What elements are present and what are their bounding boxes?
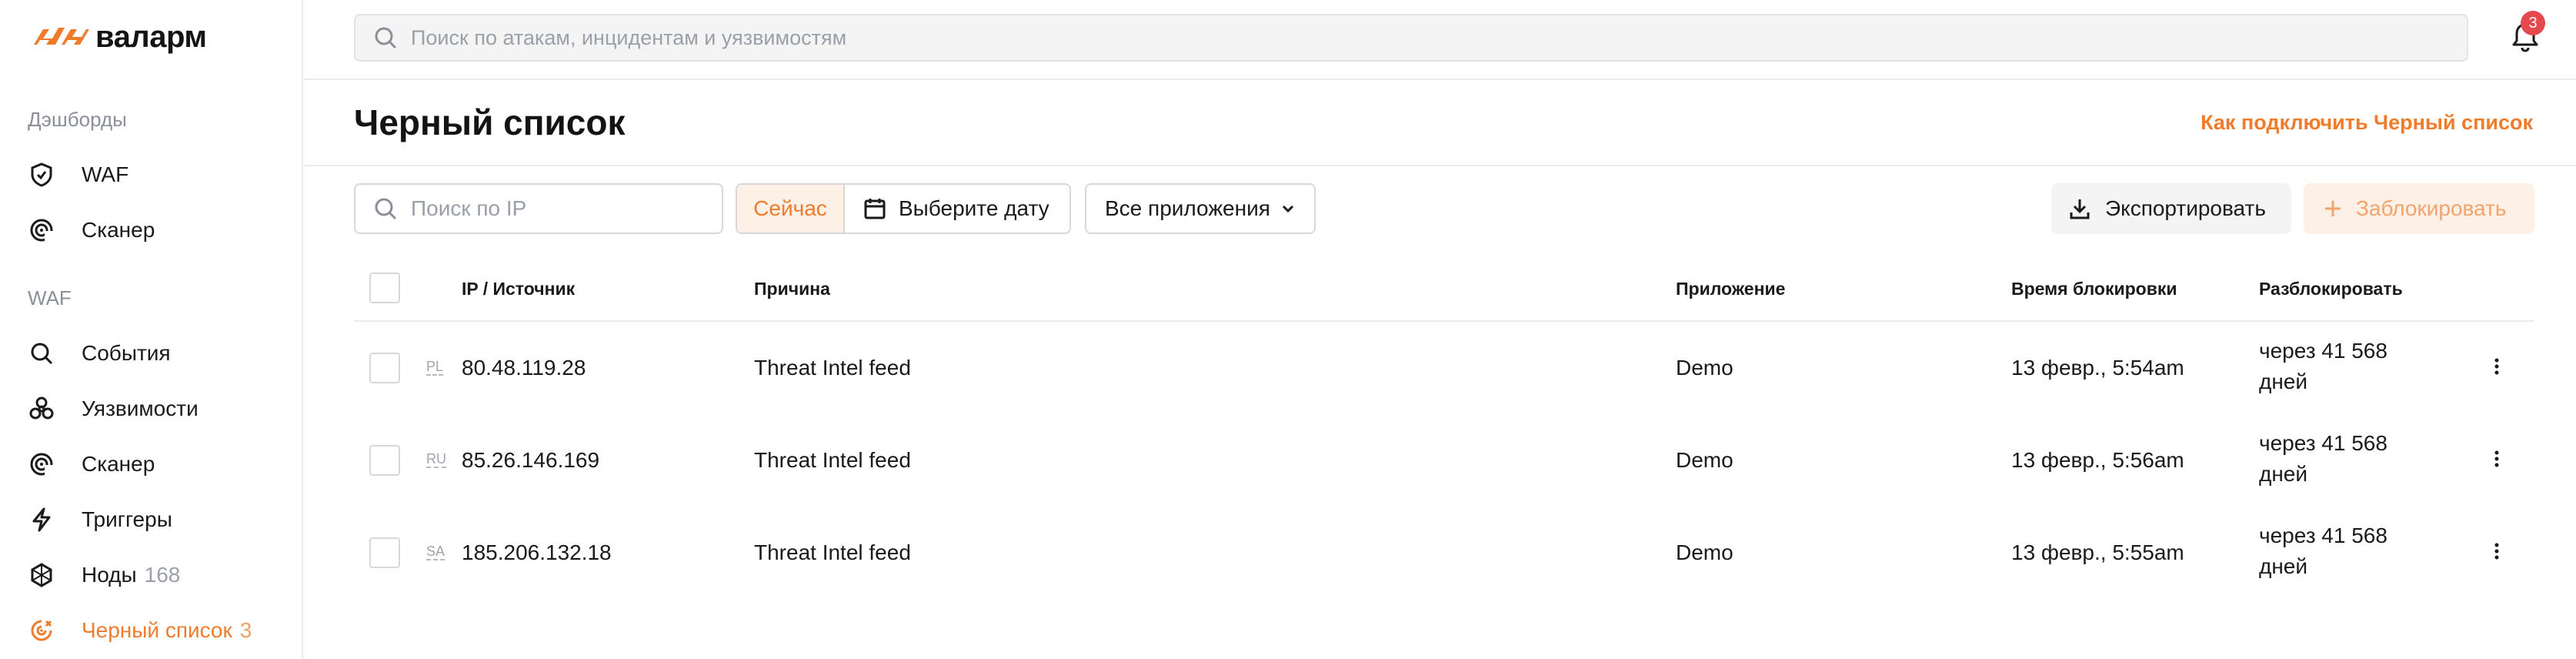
block-button[interactable]: Заблокировать: [2304, 183, 2534, 234]
radar-icon: [28, 450, 55, 478]
ip-search-input[interactable]: [411, 196, 703, 221]
toolbar: Сейчас Выберите дату Все приложения Эксп…: [354, 183, 2534, 234]
search-icon: [375, 198, 397, 220]
page-title: Черный список: [354, 102, 626, 142]
blacklist-count: 3: [239, 618, 252, 642]
calendar-icon: [864, 199, 886, 219]
country-code: SA: [426, 544, 445, 560]
section-title-dashboards: Дэшборды: [28, 108, 127, 131]
logo-text: валарм: [95, 19, 207, 54]
row-checkbox[interactable]: [369, 537, 400, 568]
application: Demo: [1676, 540, 1733, 564]
sidebar-item-label: Триггеры: [82, 507, 172, 531]
block-time: 13 февр., 5:54am: [2011, 356, 2184, 380]
unblock-time: через 41 568 дней: [2259, 339, 2387, 393]
date-picker-button[interactable]: Выберите дату: [845, 185, 1069, 232]
sidebar: валарм Дэшборды WAF Сканер WAF События У…: [0, 0, 303, 659]
date-picker-label: Выберите дату: [899, 196, 1049, 220]
chevron-down-icon: [1282, 205, 1293, 213]
now-button[interactable]: Сейчас: [737, 185, 845, 232]
column-header-ip: IP / Источник: [462, 279, 576, 299]
ip-address: 80.48.119.28: [462, 356, 586, 380]
application: Demo: [1676, 448, 1733, 472]
sidebar-item-label: Черный список: [82, 618, 232, 642]
unblock-time: через 41 568 дней: [2259, 431, 2387, 486]
sidebar-item-label: Уязвимости: [82, 396, 199, 420]
block-time: 13 февр., 5:56am: [2011, 448, 2184, 472]
sidebar-item-label: Сканер: [82, 452, 155, 476]
row-actions-icon[interactable]: [2485, 536, 2508, 567]
table-row[interactable]: SA 185.206.132.18 Threat Intel feed Demo…: [354, 507, 2534, 599]
biohazard-icon: [28, 395, 55, 423]
global-search-box[interactable]: [354, 14, 2468, 62]
section-title-waf: WAF: [28, 286, 72, 309]
unblock-time: через 41 568 дней: [2259, 524, 2387, 578]
search-icon: [375, 27, 397, 49]
sidebar-item-nodes[interactable]: Ноды 168: [28, 556, 180, 594]
sidebar-item-label: WAF: [82, 162, 129, 186]
reason: Threat Intel feed: [754, 356, 911, 380]
ip-address: 185.206.132.18: [462, 540, 612, 564]
sidebar-item-dashboard-scanner[interactable]: Сканер: [28, 211, 155, 249]
sidebar-item-blacklist[interactable]: Черный список 3: [28, 611, 252, 650]
time-filter: Сейчас Выберите дату: [736, 183, 1071, 234]
blacklist-table: IP / Источник Причина Приложение Время б…: [354, 260, 2534, 599]
search-icon: [28, 340, 55, 367]
notification-badge: 3: [2521, 11, 2545, 35]
row-actions-icon[interactable]: [2485, 443, 2508, 474]
column-header-application: Приложение: [1676, 279, 1786, 299]
reason: Threat Intel feed: [754, 448, 911, 472]
lightning-icon: [28, 506, 55, 534]
topbar: 3: [303, 0, 2576, 80]
download-icon: [2070, 199, 2090, 219]
row-checkbox[interactable]: [369, 353, 400, 383]
reason: Threat Intel feed: [754, 540, 911, 564]
country-code: PL: [426, 359, 444, 376]
column-header-block-time: Время блокировки: [2011, 279, 2177, 299]
sidebar-item-vulnerabilities[interactable]: Уязвимости: [28, 390, 199, 428]
table-header: IP / Источник Причина Приложение Время б…: [354, 260, 2534, 322]
sidebar-item-dashboard-waf[interactable]: WAF: [28, 156, 128, 194]
blacklist-icon: [28, 617, 55, 644]
help-link[interactable]: Как подключить Черный список: [2201, 111, 2533, 135]
table-row[interactable]: PL 80.48.119.28 Threat Intel feed Demo 1…: [354, 322, 2534, 414]
export-button-label: Экспортировать: [2105, 196, 2266, 220]
sidebar-item-label: События: [82, 341, 171, 365]
sidebar-item-label: Сканер: [82, 218, 155, 242]
logo-mark-icon: [34, 28, 89, 45]
global-search-input[interactable]: [411, 25, 2411, 50]
sidebar-item-label: Ноды: [82, 563, 137, 587]
country-code: RU: [426, 451, 446, 468]
block-button-label: Заблокировать: [2356, 196, 2507, 220]
ip-search-box[interactable]: [354, 183, 723, 234]
applications-select-label: Все приложения: [1105, 196, 1270, 220]
radar-icon: [28, 216, 55, 244]
column-header-reason: Причина: [754, 279, 830, 299]
column-header-unblock: Разблокировать: [2259, 279, 2403, 299]
block-time: 13 февр., 5:55am: [2011, 540, 2184, 564]
ip-address: 85.26.146.169: [462, 448, 600, 472]
wallarm-logo[interactable]: валарм: [32, 19, 207, 54]
export-button[interactable]: Экспортировать: [2051, 183, 2291, 234]
application: Demo: [1676, 356, 1733, 380]
applications-select[interactable]: Все приложения: [1085, 183, 1316, 234]
sidebar-item-events[interactable]: События: [28, 334, 171, 373]
row-checkbox[interactable]: [369, 445, 400, 476]
shield-icon: [28, 161, 55, 189]
table-row[interactable]: RU 85.26.146.169 Threat Intel feed Demo …: [354, 414, 2534, 507]
plus-icon: [2325, 201, 2341, 216]
row-actions-icon[interactable]: [2485, 351, 2508, 382]
nodes-icon: [28, 561, 55, 589]
select-all-checkbox[interactable]: [369, 273, 400, 303]
nodes-count: 168: [144, 563, 181, 587]
sidebar-item-triggers[interactable]: Триггеры: [28, 500, 172, 539]
page-header: Черный список Как подключить Черный спис…: [303, 80, 2576, 166]
sidebar-item-scanner[interactable]: Сканер: [28, 445, 155, 483]
